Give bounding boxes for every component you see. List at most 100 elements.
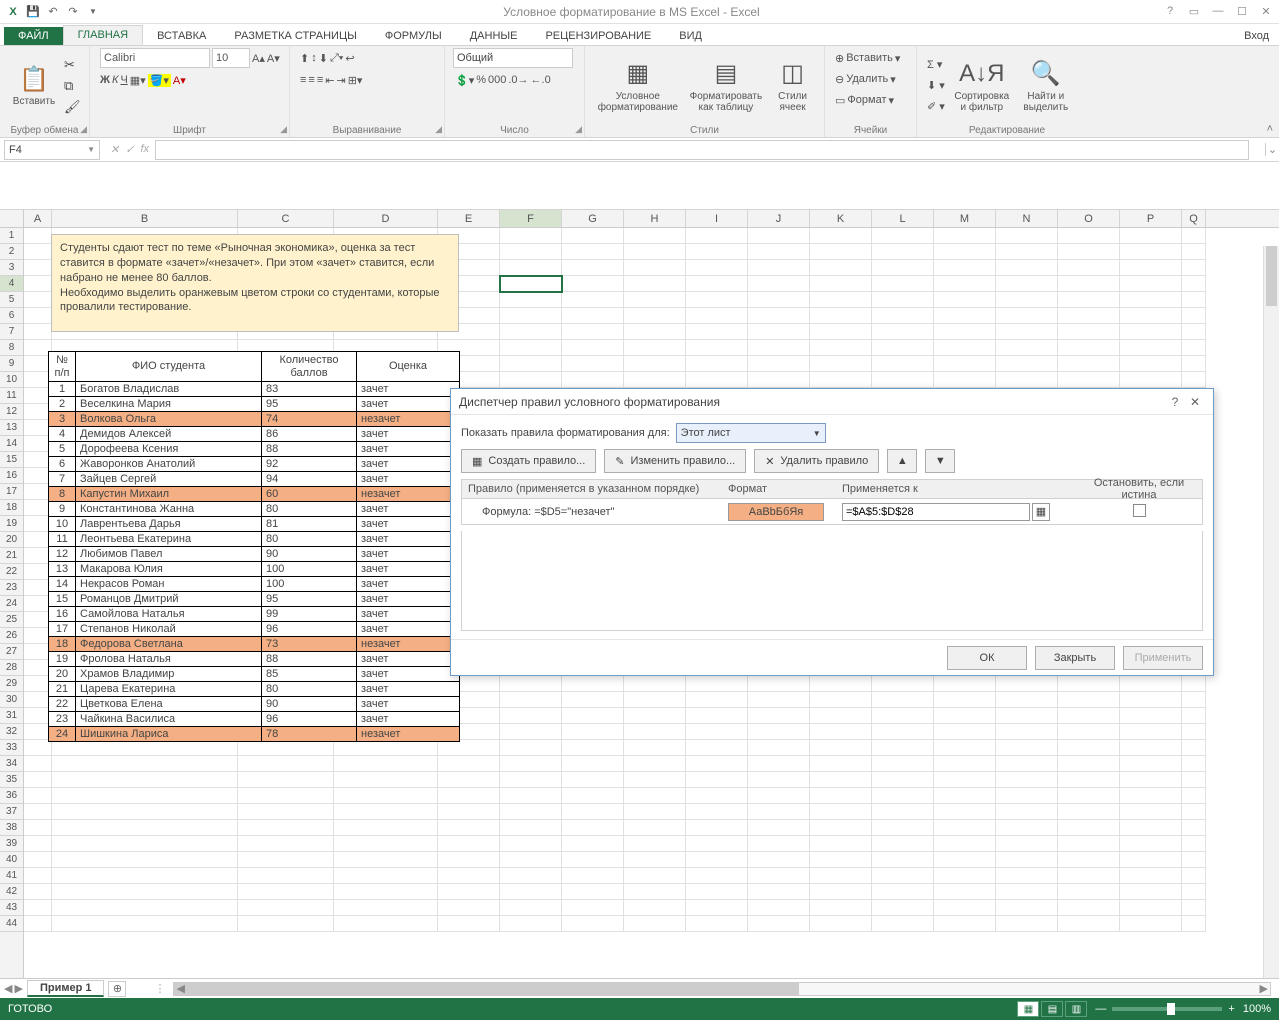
cell[interactable] bbox=[934, 228, 996, 244]
row-header[interactable]: 20 bbox=[0, 532, 23, 548]
cell[interactable] bbox=[562, 676, 624, 692]
cell[interactable] bbox=[1058, 868, 1120, 884]
cell[interactable] bbox=[500, 836, 562, 852]
cell[interactable] bbox=[334, 836, 438, 852]
cell[interactable] bbox=[52, 900, 238, 916]
column-header[interactable]: Q bbox=[1182, 210, 1206, 227]
table-cell[interactable]: незачет bbox=[357, 487, 460, 502]
zoom-out-button[interactable]: — bbox=[1095, 1003, 1106, 1015]
table-row[interactable]: 5Дорофеева Ксения88зачет bbox=[49, 442, 460, 457]
cell[interactable] bbox=[996, 260, 1058, 276]
cell[interactable] bbox=[624, 788, 686, 804]
cell[interactable] bbox=[686, 884, 748, 900]
cell[interactable] bbox=[934, 708, 996, 724]
cell[interactable] bbox=[996, 740, 1058, 756]
cell[interactable] bbox=[1182, 900, 1206, 916]
cell[interactable] bbox=[810, 692, 872, 708]
cell[interactable] bbox=[996, 724, 1058, 740]
cell[interactable] bbox=[872, 836, 934, 852]
decrease-decimal-icon[interactable]: ←.0 bbox=[531, 74, 551, 86]
table-cell[interactable]: Леонтьева Екатерина bbox=[76, 532, 262, 547]
cell[interactable] bbox=[934, 676, 996, 692]
cell[interactable] bbox=[1058, 788, 1120, 804]
cell[interactable] bbox=[334, 884, 438, 900]
cell[interactable] bbox=[996, 276, 1058, 292]
cell[interactable] bbox=[238, 804, 334, 820]
table-cell[interactable]: 7 bbox=[49, 472, 76, 487]
row-header[interactable]: 8 bbox=[0, 340, 23, 356]
edit-rule-button[interactable]: ✎ Изменить правило... bbox=[604, 449, 746, 473]
row-header[interactable]: 28 bbox=[0, 660, 23, 676]
cell[interactable] bbox=[238, 740, 334, 756]
cell[interactable] bbox=[1120, 820, 1182, 836]
row-header[interactable]: 13 bbox=[0, 420, 23, 436]
cell[interactable] bbox=[1120, 676, 1182, 692]
table-row[interactable]: 14Некрасов Роман100зачет bbox=[49, 577, 460, 592]
table-cell[interactable]: зачет bbox=[357, 667, 460, 682]
cell[interactable] bbox=[872, 772, 934, 788]
cell[interactable] bbox=[686, 308, 748, 324]
cell[interactable] bbox=[1058, 244, 1120, 260]
cell[interactable] bbox=[624, 740, 686, 756]
cell[interactable] bbox=[686, 324, 748, 340]
cell[interactable] bbox=[624, 916, 686, 932]
column-header[interactable]: H bbox=[624, 210, 686, 227]
cell[interactable] bbox=[934, 308, 996, 324]
cell[interactable] bbox=[500, 884, 562, 900]
cell[interactable] bbox=[872, 740, 934, 756]
cell[interactable] bbox=[438, 788, 500, 804]
table-row[interactable]: 23Чайкина Василиса96зачет bbox=[49, 712, 460, 727]
cell[interactable] bbox=[996, 692, 1058, 708]
cell[interactable] bbox=[1182, 292, 1206, 308]
cell[interactable] bbox=[24, 836, 52, 852]
cell[interactable] bbox=[238, 772, 334, 788]
row-header[interactable]: 12 bbox=[0, 404, 23, 420]
table-cell[interactable]: 96 bbox=[262, 712, 357, 727]
cell[interactable] bbox=[1182, 372, 1206, 388]
cell[interactable] bbox=[624, 292, 686, 308]
table-cell[interactable]: 2 bbox=[49, 397, 76, 412]
cell[interactable] bbox=[500, 308, 562, 324]
cell[interactable] bbox=[500, 324, 562, 340]
column-header[interactable]: E bbox=[438, 210, 500, 227]
cell[interactable] bbox=[1120, 916, 1182, 932]
row-header[interactable]: 32 bbox=[0, 724, 23, 740]
table-cell[interactable]: 92 bbox=[262, 457, 357, 472]
cell[interactable] bbox=[24, 852, 52, 868]
cell[interactable] bbox=[934, 900, 996, 916]
cell[interactable] bbox=[52, 916, 238, 932]
cell[interactable] bbox=[624, 260, 686, 276]
cell[interactable] bbox=[562, 916, 624, 932]
table-cell[interactable]: 15 bbox=[49, 592, 76, 607]
cell[interactable] bbox=[24, 244, 52, 260]
new-rule-button[interactable]: ▦ Создать правило... bbox=[461, 449, 596, 473]
cell[interactable] bbox=[1182, 756, 1206, 772]
table-row[interactable]: 7Зайцев Сергей94зачет bbox=[49, 472, 460, 487]
column-header[interactable]: G bbox=[562, 210, 624, 227]
qat-dropdown-icon[interactable]: ▼ bbox=[84, 3, 102, 21]
cell[interactable] bbox=[1182, 244, 1206, 260]
horizontal-scrollbar[interactable]: ◀▶ bbox=[173, 982, 1271, 996]
cell[interactable] bbox=[934, 260, 996, 276]
cell[interactable] bbox=[500, 916, 562, 932]
cell[interactable] bbox=[334, 820, 438, 836]
cell[interactable] bbox=[996, 756, 1058, 772]
orientation-icon[interactable]: ⤢▾ bbox=[330, 52, 343, 65]
cell[interactable] bbox=[996, 292, 1058, 308]
column-header[interactable]: C bbox=[238, 210, 334, 227]
cell[interactable] bbox=[934, 804, 996, 820]
cell[interactable] bbox=[872, 228, 934, 244]
cell[interactable] bbox=[748, 916, 810, 932]
cell[interactable] bbox=[500, 260, 562, 276]
cell[interactable] bbox=[624, 724, 686, 740]
cut-icon[interactable]: ✂ bbox=[64, 57, 81, 73]
row-header[interactable]: 44 bbox=[0, 916, 23, 932]
cancel-formula-icon[interactable]: ✕ bbox=[110, 143, 119, 156]
fill-button[interactable]: ⬇ ▾ bbox=[925, 76, 947, 96]
cell[interactable] bbox=[438, 916, 500, 932]
cell[interactable] bbox=[872, 788, 934, 804]
row-header[interactable]: 9 bbox=[0, 356, 23, 372]
cell[interactable] bbox=[872, 804, 934, 820]
cell[interactable] bbox=[1120, 900, 1182, 916]
cell[interactable] bbox=[934, 292, 996, 308]
